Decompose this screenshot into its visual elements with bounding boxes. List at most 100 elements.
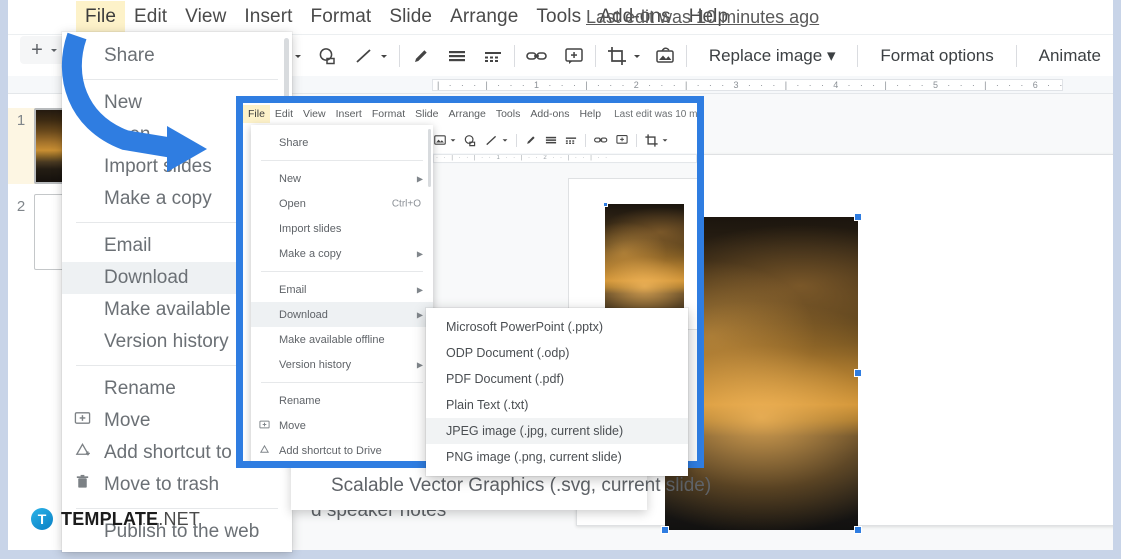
animate-button[interactable]: Animate <box>1027 42 1113 70</box>
mini-file-menu-label: Import slides <box>279 222 342 235</box>
mini-file-menu-item-move[interactable]: Move <box>251 413 433 438</box>
mini-menu-divider <box>261 271 423 272</box>
mini-link-icon[interactable] <box>593 133 609 147</box>
mini-menu-bar: File Edit View Insert Format Slide Arran… <box>243 103 697 125</box>
text-lines-icon[interactable] <box>446 45 468 67</box>
crop-dropdown-icon[interactable] <box>632 51 642 61</box>
new-slide-plus: + <box>31 38 43 61</box>
mini-menu-slide[interactable]: Slide <box>410 105 443 123</box>
slide-number-1: 1 <box>16 112 26 129</box>
mini-file-menu-label: Add shortcut to Drive <box>279 444 382 457</box>
selection-handle-top-right[interactable] <box>854 213 862 221</box>
mini-file-menu-item-share[interactable]: Share <box>251 130 433 155</box>
mini-line-dropdown-icon[interactable] <box>501 136 509 144</box>
download-submenu-item-odp[interactable]: ODP Document (.odp) <box>426 340 688 366</box>
last-edit-status[interactable]: Last edit was 10 minutes ago <box>586 0 819 34</box>
mini-selection-handle-top-left[interactable] <box>603 202 608 207</box>
shapes-icon[interactable] <box>317 45 339 67</box>
replace-image-button[interactable]: Replace image ▾ <box>697 42 848 70</box>
mini-last-edit-status[interactable]: Last edit was 10 minutes ago <box>614 109 697 120</box>
line-icon[interactable] <box>353 45 375 67</box>
selection-handle-bottom-right[interactable] <box>854 526 862 534</box>
comment-icon[interactable] <box>563 45 585 67</box>
menu-view[interactable]: View <box>176 1 235 33</box>
template-net-watermark: T TEMPLATE.NET <box>31 508 200 530</box>
download-submenu-label: PNG image (.png, current slide) <box>446 450 622 464</box>
mini-menu-view[interactable]: View <box>298 105 331 123</box>
file-menu-label: Email <box>104 235 152 256</box>
download-submenu-item-pptx[interactable]: Microsoft PowerPoint (.pptx) <box>426 314 688 340</box>
mini-file-menu-item-rename[interactable]: Rename <box>251 388 433 413</box>
mini-text-lines-icon[interactable] <box>544 133 558 147</box>
format-options-button[interactable]: Format options <box>868 42 1005 70</box>
selection-handle-bottom-left[interactable] <box>661 526 669 534</box>
mini-file-menu-label: Share <box>279 136 309 149</box>
mini-insert-image-icon[interactable] <box>433 133 447 147</box>
image-mask-icon[interactable] <box>654 45 676 67</box>
menu-insert[interactable]: Insert <box>235 1 301 33</box>
mini-insert-image-dropdown-icon[interactable] <box>449 136 457 144</box>
screenshot-root: File Edit View Insert Format Slide Arran… <box>0 0 1121 559</box>
chevron-right-icon: ▶ <box>416 174 423 183</box>
mini-menu-insert[interactable]: Insert <box>331 105 367 123</box>
chevron-right-icon: ▶ <box>416 360 423 369</box>
move-to-folder-icon <box>74 410 91 433</box>
mini-file-menu-item-make-a-copy[interactable]: Make a copy ▶ <box>251 241 433 266</box>
menu-tools[interactable]: Tools <box>527 1 590 33</box>
link-icon[interactable] <box>525 45 549 67</box>
insert-image-dropdown-icon[interactable] <box>293 51 303 61</box>
mini-table-icon[interactable] <box>564 133 578 147</box>
mini-file-menu-item-add-shortcut-to-drive[interactable]: Add shortcut to Drive <box>251 438 433 461</box>
mini-file-menu-item-open[interactable]: Open Ctrl+O <box>251 191 433 216</box>
chevron-right-icon: ▶ <box>416 310 423 319</box>
mini-file-menu-item-version-history[interactable]: Version history ▶ <box>251 352 433 377</box>
menu-file[interactable]: File <box>76 1 126 33</box>
file-menu-item-move-to-trash[interactable]: Move to trash <box>62 469 292 501</box>
add-shortcut-icon <box>259 444 270 458</box>
mini-file-menu-label: Download <box>279 308 328 321</box>
download-submenu-item-jpeg[interactable]: JPEG image (.jpg, current slide) <box>426 418 688 444</box>
download-submenu-label: JPEG image (.jpg, current slide) <box>446 424 624 438</box>
mini-crop-dropdown-icon[interactable] <box>661 136 669 144</box>
table-icon[interactable] <box>482 45 504 67</box>
mini-file-menu-label: Make available offline <box>279 333 385 346</box>
mini-horizontal-ruler: · · | · · | · · 1 · · | · · 2 · · | · · … <box>433 153 697 164</box>
file-menu-label: Version history <box>104 331 229 352</box>
pen-icon[interactable] <box>410 45 432 67</box>
mini-menu-arrange[interactable]: Arrange <box>443 105 490 123</box>
crop-icon[interactable] <box>606 45 628 67</box>
mini-menu-edit[interactable]: Edit <box>270 105 298 123</box>
mini-file-menu-item-make-available-offline[interactable]: Make available offline <box>251 327 433 352</box>
mini-file-dropdown-menu: Share New ▶ Open Ctrl+O Import slides Make… <box>251 125 433 461</box>
menu-arrange[interactable]: Arrange <box>441 1 527 33</box>
mini-file-menu-item-import-slides[interactable]: Import slides <box>251 216 433 241</box>
mini-menu-help[interactable]: Help <box>574 105 606 123</box>
mini-file-menu-label: New <box>279 172 302 185</box>
mini-comment-icon[interactable] <box>615 133 629 147</box>
menu-edit[interactable]: Edit <box>125 1 176 33</box>
menu-slide[interactable]: Slide <box>380 1 441 33</box>
mini-file-menu-label: Version history <box>279 358 352 371</box>
mini-file-menu-item-new[interactable]: New ▶ <box>251 166 433 191</box>
mini-menu-format[interactable]: Format <box>367 105 410 123</box>
file-menu-label: Move <box>104 410 151 431</box>
line-dropdown-icon[interactable] <box>379 51 389 61</box>
mini-file-menu-label: Move <box>279 419 306 432</box>
mini-toolbar <box>433 127 697 153</box>
mini-menu-divider <box>261 160 423 161</box>
mini-file-menu-item-email[interactable]: Email ▶ <box>251 277 433 302</box>
download-submenu-item-pdf[interactable]: PDF Document (.pdf) <box>426 366 688 392</box>
mini-pen-icon[interactable] <box>524 133 538 147</box>
mini-crop-icon[interactable] <box>644 133 659 148</box>
menu-format[interactable]: Format <box>302 1 381 33</box>
selection-handle-middle-right[interactable] <box>854 369 862 377</box>
download-submenu: Microsoft PowerPoint (.pptx) ODP Documen… <box>426 308 688 476</box>
mini-file-menu-item-download[interactable]: Download ▶ <box>251 302 433 327</box>
mini-shapes-icon[interactable] <box>463 133 478 148</box>
mini-menu-addons[interactable]: Add-ons <box>525 105 574 123</box>
download-submenu-item-txt[interactable]: Plain Text (.txt) <box>426 392 688 418</box>
mini-menu-tools[interactable]: Tools <box>491 105 526 123</box>
mini-line-icon[interactable] <box>484 133 499 148</box>
download-submenu-item-png[interactable]: PNG image (.png, current slide) <box>426 444 688 470</box>
replace-image-label: Replace image <box>708 45 823 65</box>
